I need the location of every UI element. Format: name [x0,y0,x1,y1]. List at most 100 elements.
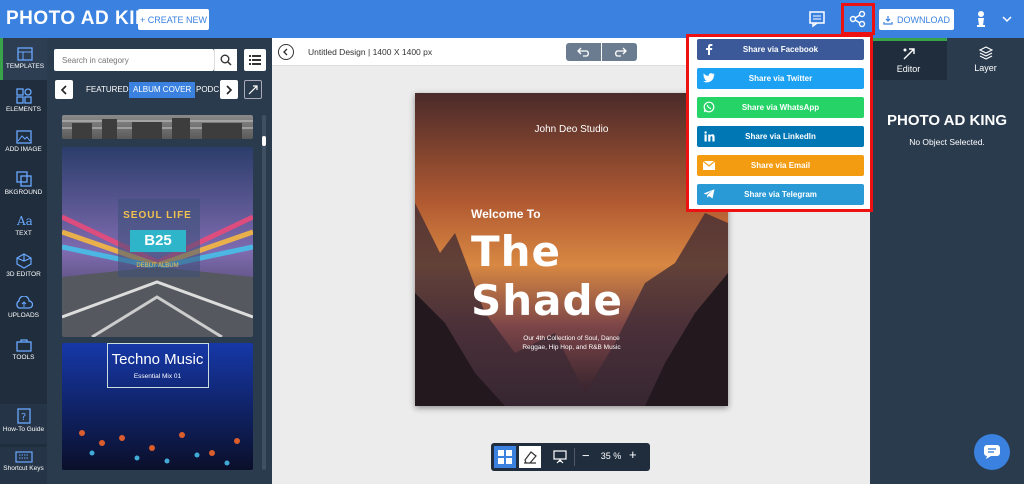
redo-button[interactable] [602,43,637,61]
tools-icon [15,339,32,352]
user-avatar-icon[interactable] [970,8,992,30]
share-whatsapp-button[interactable]: Share via WhatsApp [697,97,864,118]
comment-icon[interactable] [806,8,828,30]
grid-icon [498,450,512,464]
thumb-sub: Essential Mix 01 [133,373,182,380]
nav-templates[interactable]: TEMPLATES [0,38,47,80]
nav-background[interactable]: BKGROUND [0,171,47,196]
elements-icon [15,88,32,104]
panel-scroll-thumb[interactable] [262,136,266,146]
telegram-icon [703,188,715,200]
share-icon[interactable] [847,8,869,30]
template-thumb-techno-music[interactable]: Techno Music Essential Mix 01 [62,343,253,470]
share-telegram-button[interactable]: Share via Telegram [697,184,864,205]
upload-icon [15,296,33,309]
present-button[interactable] [549,446,571,468]
zoom-level: 35 % [600,451,622,461]
tab-editor[interactable]: Editor [870,38,947,80]
eraser-button[interactable] [519,446,541,468]
email-icon [703,159,715,171]
search-button[interactable] [214,49,237,71]
svg-text:Aa: Aa [16,214,32,228]
zoom-in-button[interactable]: + [629,448,637,462]
3d-icon [15,253,32,269]
panel-scrollbar[interactable] [262,115,266,470]
design-body-line2[interactable]: Reggae, Hip Hop, and R&B Music [415,344,728,351]
undo-icon [576,47,589,57]
tab-layer[interactable]: Layer [947,38,1024,80]
search-icon [220,54,232,66]
expand-icon [248,84,258,94]
linkedin-icon [703,130,715,142]
image-icon [15,130,32,144]
category-prev-button[interactable] [55,80,73,99]
undo-button[interactable] [566,43,601,61]
top-bar: PHOTO AD KING + CREATE NEW DOWNLOAD [0,0,1024,38]
grid-view-button[interactable] [494,446,516,468]
guide-icon: ? [16,408,31,424]
category-featured[interactable]: FEATURED [86,82,129,98]
facebook-icon [703,43,715,55]
template-thumb-seoul-life[interactable]: SEOUL LIFE B25 DEBUT ALBUM [62,147,253,337]
eraser-icon [524,451,537,464]
thumb-code: B25 [130,230,186,252]
presentation-icon [553,450,567,464]
chevron-right-icon [226,84,233,95]
left-nav: TEMPLATES ELEMENTS ADD IMAGE BKGROUND Aa… [0,38,47,484]
category-album-cover[interactable]: ALBUM COVER [129,82,196,98]
zoom-out-button[interactable]: − [582,449,590,463]
whatsapp-icon [703,101,715,113]
svg-text:?: ? [21,412,26,423]
redo-icon [614,47,627,57]
share-linkedin-button[interactable]: Share via LinkedIn [697,126,864,147]
templates-icon [17,47,33,61]
right-panel-logo: PHOTO AD KING [886,112,1007,129]
background-icon [15,171,32,187]
design-welcome-text[interactable]: Welcome To [471,207,541,221]
text-icon: Aa [16,214,32,228]
share-email-button[interactable]: Share via Email [697,155,864,176]
chevron-left-icon [60,84,67,95]
thumb-title: Techno Music [111,351,204,368]
design-headline[interactable]: The Shade [471,227,728,325]
right-panel [870,38,1024,484]
nav-how-to-guide[interactable]: ? How-To Guide [0,404,47,444]
nav-tools[interactable]: TOOLS [0,338,47,361]
nav-add-image[interactable]: ADD IMAGE [0,130,47,153]
nav-elements[interactable]: ELEMENTS [0,88,47,113]
document-title[interactable]: Untitled Design | 1400 X 1400 px [308,47,432,57]
category-next-button[interactable] [220,80,238,99]
twitter-icon [703,72,715,84]
chat-button[interactable] [974,434,1010,470]
download-button[interactable]: DOWNLOAD [879,9,954,30]
design-canvas[interactable]: John Deo Studio Welcome To The Shade Our… [415,93,728,406]
back-button[interactable] [278,44,294,60]
share-twitter-button[interactable]: Share via Twitter [697,68,864,89]
editor-icon [903,48,915,60]
nav-text[interactable]: Aa TEXT [0,214,47,237]
list-view-button[interactable] [244,49,266,71]
nav-uploads[interactable]: UPLOADS [0,296,47,319]
download-icon [883,15,893,25]
search-input[interactable] [54,49,214,71]
design-body-line1[interactable]: Our 4th Collection of Soul, Dance [415,335,728,342]
share-menu: Share via Facebook Share via Twitter Sha… [686,34,873,212]
nav-3d-editor[interactable]: 3D EDITOR [0,253,47,278]
share-facebook-button[interactable]: Share via Facebook [697,39,864,60]
category-podcast[interactable]: PODC [196,82,219,98]
no-selection-text: No Object Selected. [909,137,985,147]
thumb-title: SEOUL LIFE [123,210,192,221]
template-thumb-partial[interactable] [62,115,253,139]
nav-shortcut-keys[interactable]: Shortcut Keys [0,447,47,484]
keyboard-icon [14,451,33,463]
list-icon [249,55,261,65]
chat-icon [984,445,1000,459]
expand-panel-button[interactable] [244,80,262,99]
arrow-left-icon [283,48,288,56]
design-studio-text[interactable]: John Deo Studio [415,124,728,135]
create-new-button[interactable]: + CREATE NEW [138,9,209,30]
chevron-down-icon[interactable] [996,8,1018,30]
bottom-toolbar: − 35 % + [491,443,650,471]
layers-icon [978,45,993,60]
thumb-sub: DEBUT ALBUM [136,263,179,269]
